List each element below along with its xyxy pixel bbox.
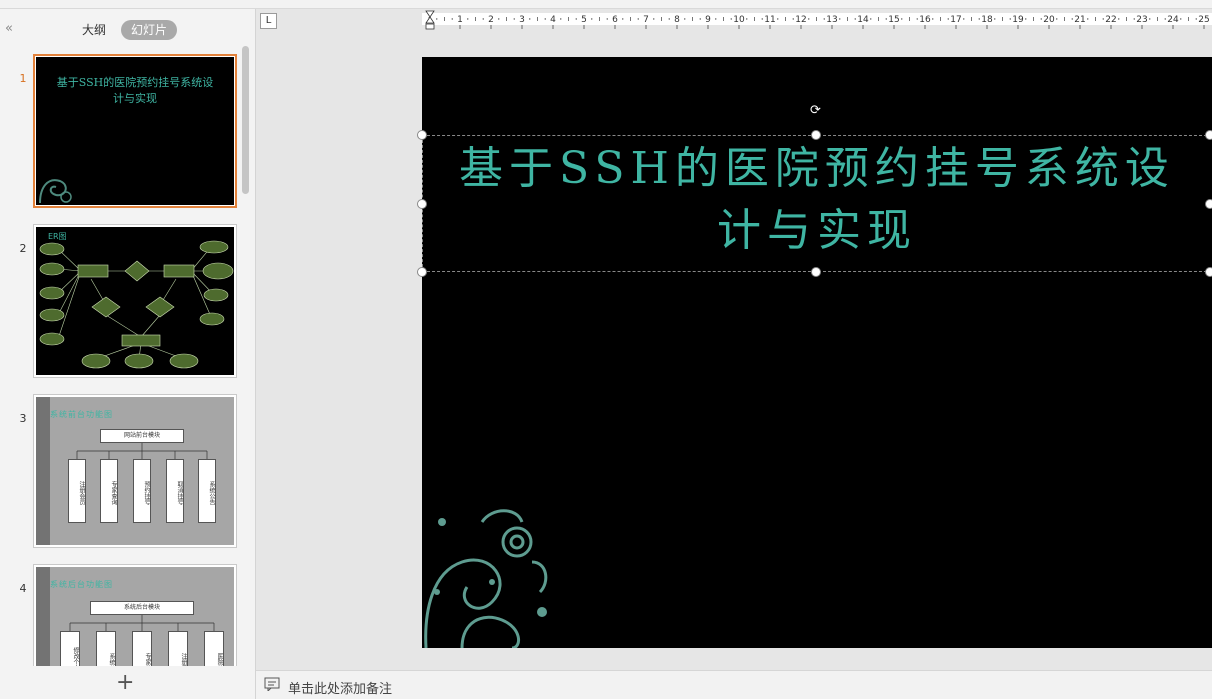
ruler-tick-label: 5: [581, 15, 587, 25]
thumb-heading: ER图: [48, 232, 67, 241]
child-node: 取消挂号: [166, 459, 184, 523]
child-node: 专家查询: [100, 459, 118, 523]
slide-thumbnail-4[interactable]: 系统后台功能图 系统后台模块 修改个人信息 系统公告 专家信息 注册用户 医院信…: [33, 564, 237, 666]
ruler-tick-label: 19: [1012, 15, 1024, 25]
ruler-tick-label: 15: [888, 15, 899, 25]
child-node: 专家信息: [132, 631, 152, 666]
resize-handle[interactable]: [417, 130, 427, 140]
ruler-tick-label: 24: [1167, 15, 1179, 25]
resize-handle[interactable]: [811, 130, 821, 140]
child-node: 系统公告: [96, 631, 116, 666]
tab-outline[interactable]: 大纲: [82, 21, 106, 38]
resize-handle[interactable]: [1205, 130, 1212, 140]
slide-number: 2: [19, 242, 27, 255]
slide-panel: « 大纲 幻灯片 1 基于SSH的医院预约挂号系统设 计与实现 2 ER图 3 …: [0, 9, 256, 699]
slide-number: 4: [19, 582, 27, 595]
slide-thumbnail-2[interactable]: ER图: [33, 224, 237, 378]
floral-ornament-icon: [39, 179, 72, 204]
ruler-tick-label: 11: [764, 15, 775, 25]
ruler-tick-label: 2: [488, 15, 494, 25]
ruler-tick-label: 9: [705, 15, 711, 25]
tab-slides[interactable]: 幻灯片: [121, 20, 177, 40]
thumb-title-line2: 计与实现: [113, 92, 157, 105]
ruler-tick-label: 7: [643, 15, 649, 25]
slide-number: 1: [19, 72, 27, 85]
thumbnail-scrollbar[interactable]: [242, 46, 249, 194]
resize-handle[interactable]: [811, 267, 821, 277]
slide-thumbnail-1[interactable]: 基于SSH的医院预约挂号系统设 计与实现: [33, 54, 237, 208]
child-node: 修改个人信息: [60, 631, 80, 666]
ruler-tick-label: 8: [674, 15, 680, 25]
tab-stop-selector[interactable]: L: [260, 13, 277, 29]
resize-handle[interactable]: [417, 267, 427, 277]
ruler-tick-label: 20: [1043, 15, 1055, 25]
slide-thumbnail-3[interactable]: 系统前台功能图 网站前台模块 注册会员 专家查询 预约挂号 取消挂号 系统公告: [33, 394, 237, 548]
child-node: 注册会员: [68, 459, 86, 523]
ruler-tick-label: 21: [1074, 15, 1085, 25]
notes-placeholder[interactable]: 单击此处添加备注: [288, 678, 392, 697]
resize-handle[interactable]: [1205, 199, 1212, 209]
thumb-title-line1: 基于SSH的医院预约挂号系统设: [56, 76, 214, 89]
ruler-tick-label: 13: [826, 15, 837, 25]
ruler-tick-label: 14: [857, 15, 869, 25]
child-node: 预约挂号: [133, 459, 151, 523]
ruler-tick-label: 17: [950, 15, 961, 25]
thumbnail-list: 1 基于SSH的医院预约挂号系统设 计与实现 2 ER图 3 系统前台功能图 网…: [0, 46, 256, 666]
notes-icon: [264, 677, 280, 691]
collapse-panel-button[interactable]: «: [5, 21, 13, 36]
ruler-tick-label: 3: [519, 15, 525, 25]
ruler-tick-label: 4: [550, 15, 556, 25]
ruler-tick-label: 23: [1136, 15, 1147, 25]
resize-handle[interactable]: [417, 199, 427, 209]
title-selection-frame[interactable]: [422, 135, 1212, 272]
ruler-tick-label: 16: [919, 15, 931, 25]
er-diagram: [39, 240, 234, 369]
child-node: 注册用户: [168, 631, 188, 666]
add-slide-button[interactable]: +: [116, 672, 134, 694]
floral-ornament-icon: [424, 509, 548, 648]
child-node: 医院信息: [204, 631, 224, 666]
rotate-handle-icon[interactable]: ⟳: [810, 103, 821, 118]
top-strip: [0, 0, 1212, 9]
ruler-tick-label: 1: [457, 15, 463, 25]
ruler-tick-label: 10: [733, 15, 745, 25]
horizontal-ruler[interactable]: 1 2 3 4 5 6 7 8 9 10 11 12 13 14 15 16 17 18 19 20 21 22 23 24 2…: [422, 10, 1212, 30]
ruler-tick-label: 6: [612, 15, 618, 25]
slide-number: 3: [19, 412, 27, 425]
ruler-tick-label: 22: [1105, 15, 1116, 25]
ruler-tick-label: 25: [1198, 15, 1209, 25]
ruler-tick-label: 12: [795, 15, 806, 25]
child-node: 系统公告: [198, 459, 216, 523]
resize-handle[interactable]: [1205, 267, 1212, 277]
notes-pane[interactable]: 单击此处添加备注: [256, 670, 1212, 699]
ruler-tick-label: 18: [981, 15, 993, 25]
